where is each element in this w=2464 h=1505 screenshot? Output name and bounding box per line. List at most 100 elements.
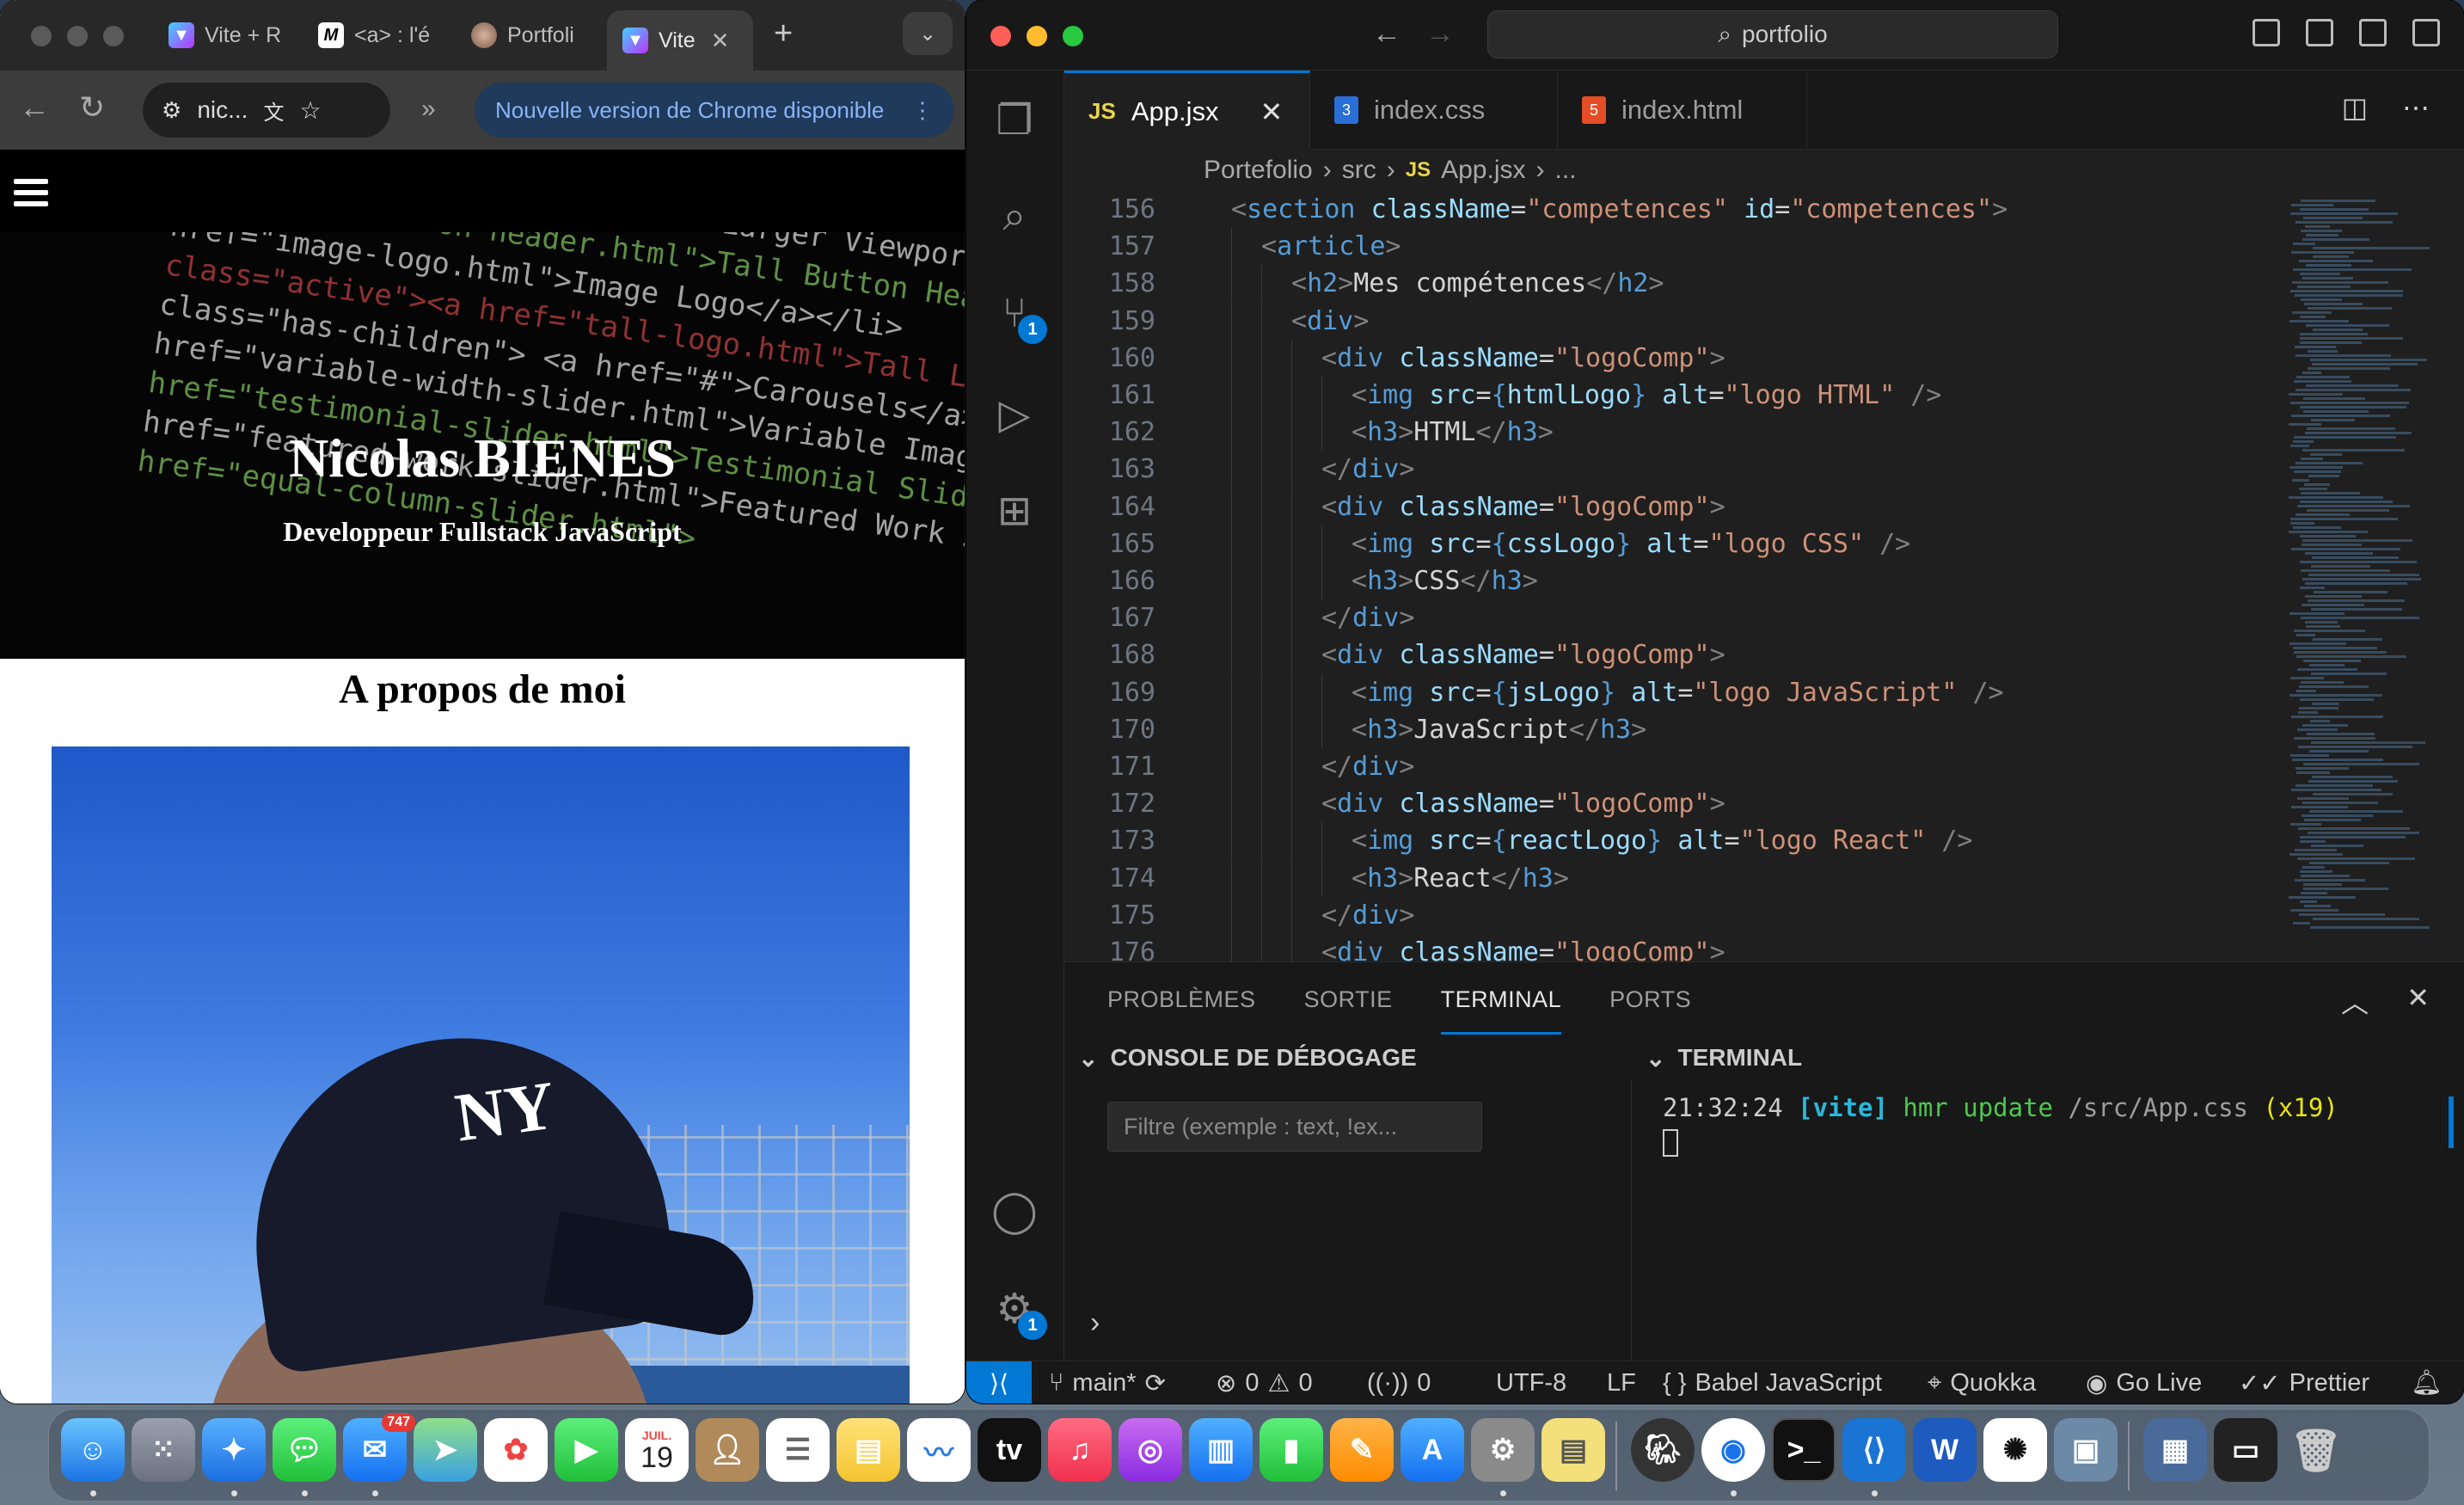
- finder-icon[interactable]: ☺: [61, 1418, 125, 1482]
- system-settings-icon[interactable]: ⚙: [1471, 1418, 1535, 1482]
- recent-window-icon[interactable]: ▭: [2214, 1418, 2277, 1482]
- code-line[interactable]: 156 <section className="competences" id="…: [1064, 191, 2381, 228]
- tab-app-jsx[interactable]: JS App.jsx ✕: [1064, 71, 1310, 150]
- code-line[interactable]: 176 <div className="logoComp">: [1064, 934, 2381, 961]
- back-arrow-icon[interactable]: ←: [19, 89, 50, 126]
- go-live-status[interactable]: ◉ Go Live: [2086, 1361, 2202, 1404]
- vscode-icon[interactable]: ⟨⟩: [1842, 1418, 1906, 1482]
- code-line[interactable]: 162 <h3>HTML</h3>: [1064, 414, 2381, 452]
- code-line[interactable]: 161 <img src={htmlLogo} alt="logo HTML" /…: [1064, 377, 2381, 414]
- nav-back-icon[interactable]: ←: [1372, 17, 1401, 51]
- music-icon[interactable]: ♫: [1048, 1418, 1112, 1482]
- apple-tv-icon[interactable]: tv: [978, 1418, 1041, 1482]
- toggle-secondary-sidebar-icon[interactable]: [2359, 19, 2387, 46]
- terminal-icon[interactable]: >_: [1772, 1418, 1836, 1482]
- browser-tab[interactable]: M <a> : l'é: [303, 10, 449, 60]
- code-line[interactable]: 164 <div className="logoComp">: [1064, 488, 2381, 525]
- app-store-icon[interactable]: A: [1401, 1418, 1464, 1482]
- account-icon[interactable]: ◯: [989, 1185, 1040, 1237]
- tab-index-html[interactable]: 5 index.html: [1558, 71, 1807, 150]
- launchpad-icon[interactable]: ⁙: [132, 1418, 195, 1482]
- minimap[interactable]: [2280, 191, 2464, 961]
- browser-tab[interactable]: ▼ Vite + R: [153, 10, 299, 60]
- reminders-icon[interactable]: ☰: [766, 1418, 830, 1482]
- chrome-update-button[interactable]: Nouvelle version de Chrome disponible ⋮: [475, 83, 954, 138]
- keynote-icon[interactable]: ▥: [1189, 1418, 1253, 1482]
- toggle-sidebar-icon[interactable]: [2253, 19, 2280, 46]
- explorer-icon[interactable]: ❐: [989, 95, 1040, 146]
- code-line[interactable]: 173 <img src={reactLogo} alt="logo React"…: [1064, 822, 2381, 860]
- tab-terminal[interactable]: TERMINAL: [1440, 964, 1562, 1035]
- tab-index-css[interactable]: 3 index.css: [1310, 71, 1558, 150]
- breadcrumb-item[interactable]: Portefolio: [1204, 156, 1313, 185]
- code-line[interactable]: 166 <h3>CSS</h3>: [1064, 562, 2381, 599]
- safari-icon[interactable]: ✦: [202, 1418, 266, 1482]
- source-control-icon[interactable]: ⑂ 1: [989, 287, 1047, 344]
- encoding-status[interactable]: UTF-8: [1496, 1361, 1566, 1404]
- code-line[interactable]: 171 </div>: [1064, 748, 2381, 785]
- facetime-icon[interactable]: ▶: [555, 1418, 618, 1482]
- gear-icon[interactable]: ⚙ 1: [989, 1283, 1047, 1340]
- debug-filter-input[interactable]: Filtre (exemple : text, !ex...: [1107, 1102, 1482, 1152]
- bell-icon[interactable]: 🔔︎: [2411, 1361, 2443, 1404]
- browser-tab[interactable]: Portfoli: [456, 10, 602, 60]
- translate-icon[interactable]: 文: [263, 95, 284, 126]
- kebab-menu-icon[interactable]: ⋮: [911, 97, 934, 124]
- stickies-icon[interactable]: ▤: [1542, 1418, 1605, 1482]
- debug-prompt[interactable]: ›: [1090, 1306, 1100, 1340]
- code-line[interactable]: 169 <img src={jsLogo} alt="logo JavaScrip…: [1064, 673, 2381, 711]
- trash-icon[interactable]: 🗑︎: [2284, 1418, 2348, 1482]
- code-line[interactable]: 160 <div className="logoComp">: [1064, 339, 2381, 377]
- podcasts-icon[interactable]: ◎: [1119, 1418, 1182, 1482]
- recent-photo-icon[interactable]: ▦: [2143, 1418, 2207, 1482]
- bookmark-star-icon[interactable]: ☆: [299, 96, 321, 125]
- minimize-window-button[interactable]: [67, 26, 88, 46]
- breadcrumb-item[interactable]: App.jsx: [1441, 156, 1525, 185]
- code-editor[interactable]: 156 <section className="competences" id="…: [1064, 191, 2381, 961]
- prettier-status[interactable]: ✓✓ Prettier: [2239, 1361, 2369, 1404]
- zoom-window-button[interactable]: [103, 26, 124, 46]
- photos-icon[interactable]: ✿: [484, 1418, 548, 1482]
- word-icon[interactable]: W: [1913, 1418, 1977, 1482]
- close-window-button[interactable]: [31, 26, 52, 46]
- address-bar[interactable]: ⚙ nic... 文 ☆: [143, 83, 390, 138]
- code-line[interactable]: 174 <h3>React</h3>: [1064, 859, 2381, 897]
- eol-status[interactable]: LF: [1607, 1361, 1636, 1404]
- zoom-window-button[interactable]: [1063, 26, 1083, 46]
- maps-icon[interactable]: ➤: [414, 1418, 477, 1482]
- tab-problems[interactable]: PROBLÈMES: [1107, 986, 1256, 1013]
- window-controls[interactable]: [990, 26, 1083, 46]
- tab-output[interactable]: SORTIE: [1304, 986, 1393, 1013]
- window-controls[interactable]: [31, 26, 124, 46]
- ports-status[interactable]: ((·)) 0: [1367, 1361, 1431, 1404]
- remote-indicator-icon[interactable]: ⟩⟨: [966, 1361, 1032, 1404]
- reload-icon[interactable]: ↻: [79, 89, 105, 126]
- code-line[interactable]: 172 <div className="logoComp">: [1064, 785, 2381, 823]
- site-settings-icon[interactable]: ⚙: [162, 97, 181, 124]
- breadcrumb-item[interactable]: ...: [1555, 156, 1577, 185]
- chrome-icon[interactable]: ◉: [1701, 1418, 1765, 1482]
- extensions-icon[interactable]: ⊞: [989, 485, 1040, 537]
- code-line[interactable]: 163 </div>: [1064, 451, 2381, 488]
- minimize-window-button[interactable]: [1027, 26, 1047, 46]
- code-line[interactable]: 165 <img src={cssLogo} alt="logo CSS" />: [1064, 525, 2381, 562]
- branch-status[interactable]: ⑂ main* ⟳: [1049, 1361, 1166, 1404]
- customize-layout-icon[interactable]: [2412, 19, 2440, 46]
- notes-icon[interactable]: ▤: [837, 1418, 900, 1482]
- code-line[interactable]: 159 <div>: [1064, 302, 2381, 340]
- code-line[interactable]: 168 <div className="logoComp">: [1064, 636, 2381, 674]
- tab-ports[interactable]: PORTS: [1609, 986, 1691, 1013]
- code-line[interactable]: 157 <article>: [1064, 228, 2381, 266]
- preview-icon[interactable]: ▣: [2054, 1418, 2118, 1482]
- pages-icon[interactable]: ✎: [1330, 1418, 1394, 1482]
- command-center[interactable]: ⌕ portfolio: [1487, 10, 2058, 58]
- run-debug-icon[interactable]: ▷: [989, 389, 1040, 440]
- problems-status[interactable]: ⊗ 0 ⚠ 0: [1216, 1361, 1313, 1404]
- maximize-panel-icon[interactable]: ︿: [2341, 981, 2369, 1021]
- nav-forward-icon[interactable]: →: [1425, 17, 1455, 51]
- quokka-status[interactable]: ⌖ Quokka: [1928, 1361, 2036, 1404]
- split-editor-icon[interactable]: ◫: [2342, 91, 2368, 124]
- tab-search-button[interactable]: ⌄: [903, 12, 953, 55]
- chatgpt-icon[interactable]: ✺: [1983, 1418, 2047, 1482]
- code-line[interactable]: 167 </div>: [1064, 599, 2381, 637]
